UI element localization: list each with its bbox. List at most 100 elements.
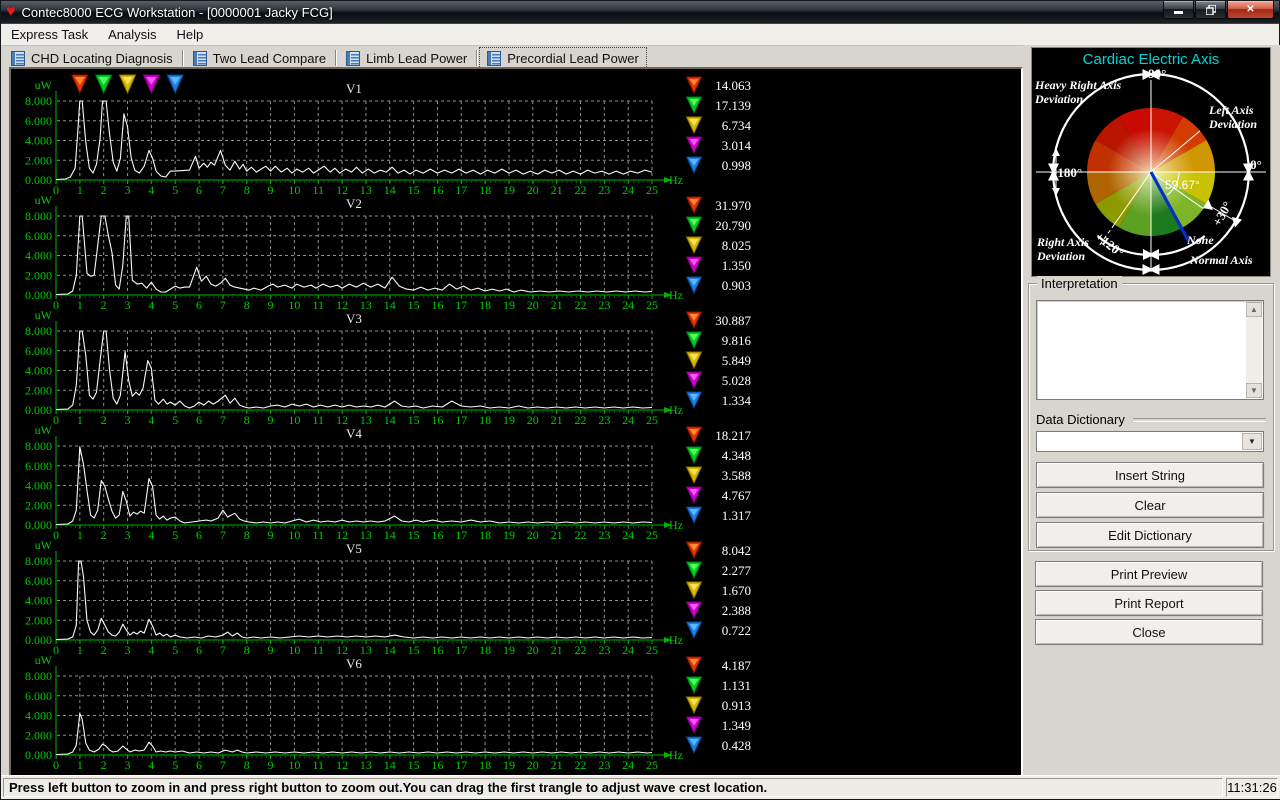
crest-marker-red[interactable] [71, 74, 89, 95]
svg-text:18: 18 [479, 298, 491, 311]
minimize-button[interactable] [1163, 1, 1194, 19]
svg-text:25: 25 [646, 758, 658, 771]
tab-two-lead-compare[interactable]: Two Lead Compare [186, 48, 333, 68]
spectrum-trace [55, 712, 653, 756]
svg-text:13: 13 [360, 528, 372, 541]
chart-V1: 0 1 2 3 4 5 6 7 8 9 10 11 12 13 14 15 16 17 18 19 20 21 22 23 24… [25, 74, 752, 196]
heart-app-icon: ♥ [6, 3, 16, 20]
svg-text:7: 7 [220, 643, 226, 656]
svg-text:11: 11 [312, 413, 324, 426]
insert-string-button[interactable]: Insert String [1036, 462, 1264, 488]
print-report-button[interactable]: Print Report [1035, 590, 1263, 616]
status-time: 11:31:26 [1226, 778, 1278, 797]
chevron-down-icon[interactable]: ▼ [1242, 433, 1262, 450]
svg-text:2.000: 2.000 [25, 728, 52, 742]
svg-text:15: 15 [408, 298, 420, 311]
x-unit-label: Hz [669, 403, 683, 417]
crest-power-value: 8.025 [722, 238, 751, 253]
report-icon [487, 50, 502, 66]
svg-text:0: 0 [53, 413, 59, 426]
tab-label: Precordial Lead Power [507, 50, 639, 66]
svg-text:14: 14 [384, 183, 396, 196]
svg-text:2: 2 [101, 758, 107, 771]
svg-text:17: 17 [455, 758, 467, 771]
dial-label-right-1: Right Axis [1036, 235, 1089, 249]
svg-text:10: 10 [288, 298, 300, 311]
svg-text:22: 22 [574, 528, 586, 541]
crest-marker-magenta[interactable] [142, 74, 161, 95]
svg-text:7: 7 [220, 413, 226, 426]
chart-V6: 0 1 2 3 4 5 6 7 8 9 10 11 12 13 14 15 16 17 18 19 20 21 22 23 24… [25, 656, 752, 771]
svg-text:2.000: 2.000 [25, 498, 52, 512]
crest-power-value: 31.970 [715, 198, 751, 213]
svg-text:18: 18 [479, 758, 491, 771]
clear-button[interactable]: Clear [1036, 492, 1264, 518]
close-button[interactable]: ✕ [1227, 1, 1274, 19]
svg-text:14: 14 [384, 413, 396, 426]
svg-text:2.000: 2.000 [25, 383, 52, 397]
tab-limb-lead-power[interactable]: Limb Lead Power [339, 48, 474, 68]
svg-text:9: 9 [268, 528, 274, 541]
svg-text:12: 12 [336, 528, 348, 541]
svg-text:16: 16 [431, 298, 443, 311]
ecg-workstation-window: { "window": { "title": "Contec8000 ECG W… [0, 0, 1280, 800]
value-marker-magenta [685, 716, 703, 735]
scroll-down-icon[interactable]: ▼ [1246, 383, 1262, 398]
value-marker-blue [685, 506, 703, 525]
svg-text:15: 15 [408, 758, 420, 771]
close-report-button[interactable]: Close [1035, 619, 1263, 645]
svg-text:20: 20 [527, 298, 539, 311]
crest-marker-yellow[interactable] [118, 74, 137, 95]
menu-help[interactable]: Help [167, 25, 214, 44]
tab-chd-locating-diagnosis[interactable]: CHD Locating Diagnosis [4, 48, 180, 68]
dial-label-0: 0° [1250, 157, 1262, 172]
tab-separator [181, 50, 184, 66]
svg-text:1: 1 [77, 413, 83, 426]
interpretation-scrollbar[interactable]: ▲ ▼ [1246, 302, 1262, 398]
svg-text:23: 23 [598, 183, 610, 196]
svg-text:9: 9 [268, 758, 274, 771]
scroll-up-icon[interactable]: ▲ [1246, 302, 1262, 317]
status-bar: Press left button to zoom in and press r… [1, 775, 1280, 799]
divider [1132, 417, 1266, 422]
data-dictionary-combobox[interactable]: ▼ [1036, 431, 1264, 452]
svg-text:6.000: 6.000 [25, 689, 52, 703]
tab-separator [476, 50, 479, 66]
svg-text:17: 17 [455, 643, 467, 656]
chart-title: V5 [346, 541, 362, 556]
menu-analysis[interactable]: Analysis [98, 25, 166, 44]
svg-text:3: 3 [125, 643, 131, 656]
chart-V2: 0 1 2 3 4 5 6 7 8 9 10 11 12 13 14 15 16 17 18 19 20 21 22 23 24… [25, 196, 751, 311]
svg-text:6: 6 [196, 298, 202, 311]
y-unit-label: uW [35, 656, 53, 667]
value-marker-magenta [685, 256, 703, 275]
svg-text:4: 4 [148, 758, 154, 771]
tab-label: Two Lead Compare [212, 50, 327, 66]
crest-marker-blue[interactable] [166, 74, 184, 95]
svg-text:4.000: 4.000 [25, 249, 52, 263]
crest-power-value: 9.816 [722, 333, 752, 348]
title-bar: ♥ Contec8000 ECG Workstation - [0000001 … [1, 1, 1279, 24]
menu-express-task[interactable]: Express Task [1, 25, 98, 44]
svg-text:24: 24 [622, 298, 634, 311]
svg-text:23: 23 [598, 758, 610, 771]
crest-marker-green[interactable] [94, 74, 113, 95]
svg-text:4: 4 [148, 643, 154, 656]
svg-text:0: 0 [53, 298, 59, 311]
crest-power-value: 18.217 [715, 428, 751, 443]
print-preview-button[interactable]: Print Preview [1035, 561, 1263, 587]
crest-power-value: 4.767 [722, 488, 752, 503]
svg-text:17: 17 [455, 528, 467, 541]
svg-text:22: 22 [574, 758, 586, 771]
crest-power-value: 0.428 [722, 738, 751, 753]
tab-precordial-lead-power[interactable]: Precordial Lead Power [479, 47, 647, 69]
restore-button[interactable] [1195, 1, 1226, 19]
svg-text:9: 9 [268, 413, 274, 426]
edit-dictionary-button[interactable]: Edit Dictionary [1036, 522, 1264, 548]
y-unit-label: uW [35, 196, 53, 207]
interpretation-textarea[interactable]: ▲ ▼ [1036, 300, 1264, 400]
svg-text:11: 11 [312, 528, 324, 541]
svg-text:6.000: 6.000 [25, 229, 52, 243]
svg-text:0: 0 [53, 643, 59, 656]
crest-power-value: 14.063 [715, 78, 751, 93]
